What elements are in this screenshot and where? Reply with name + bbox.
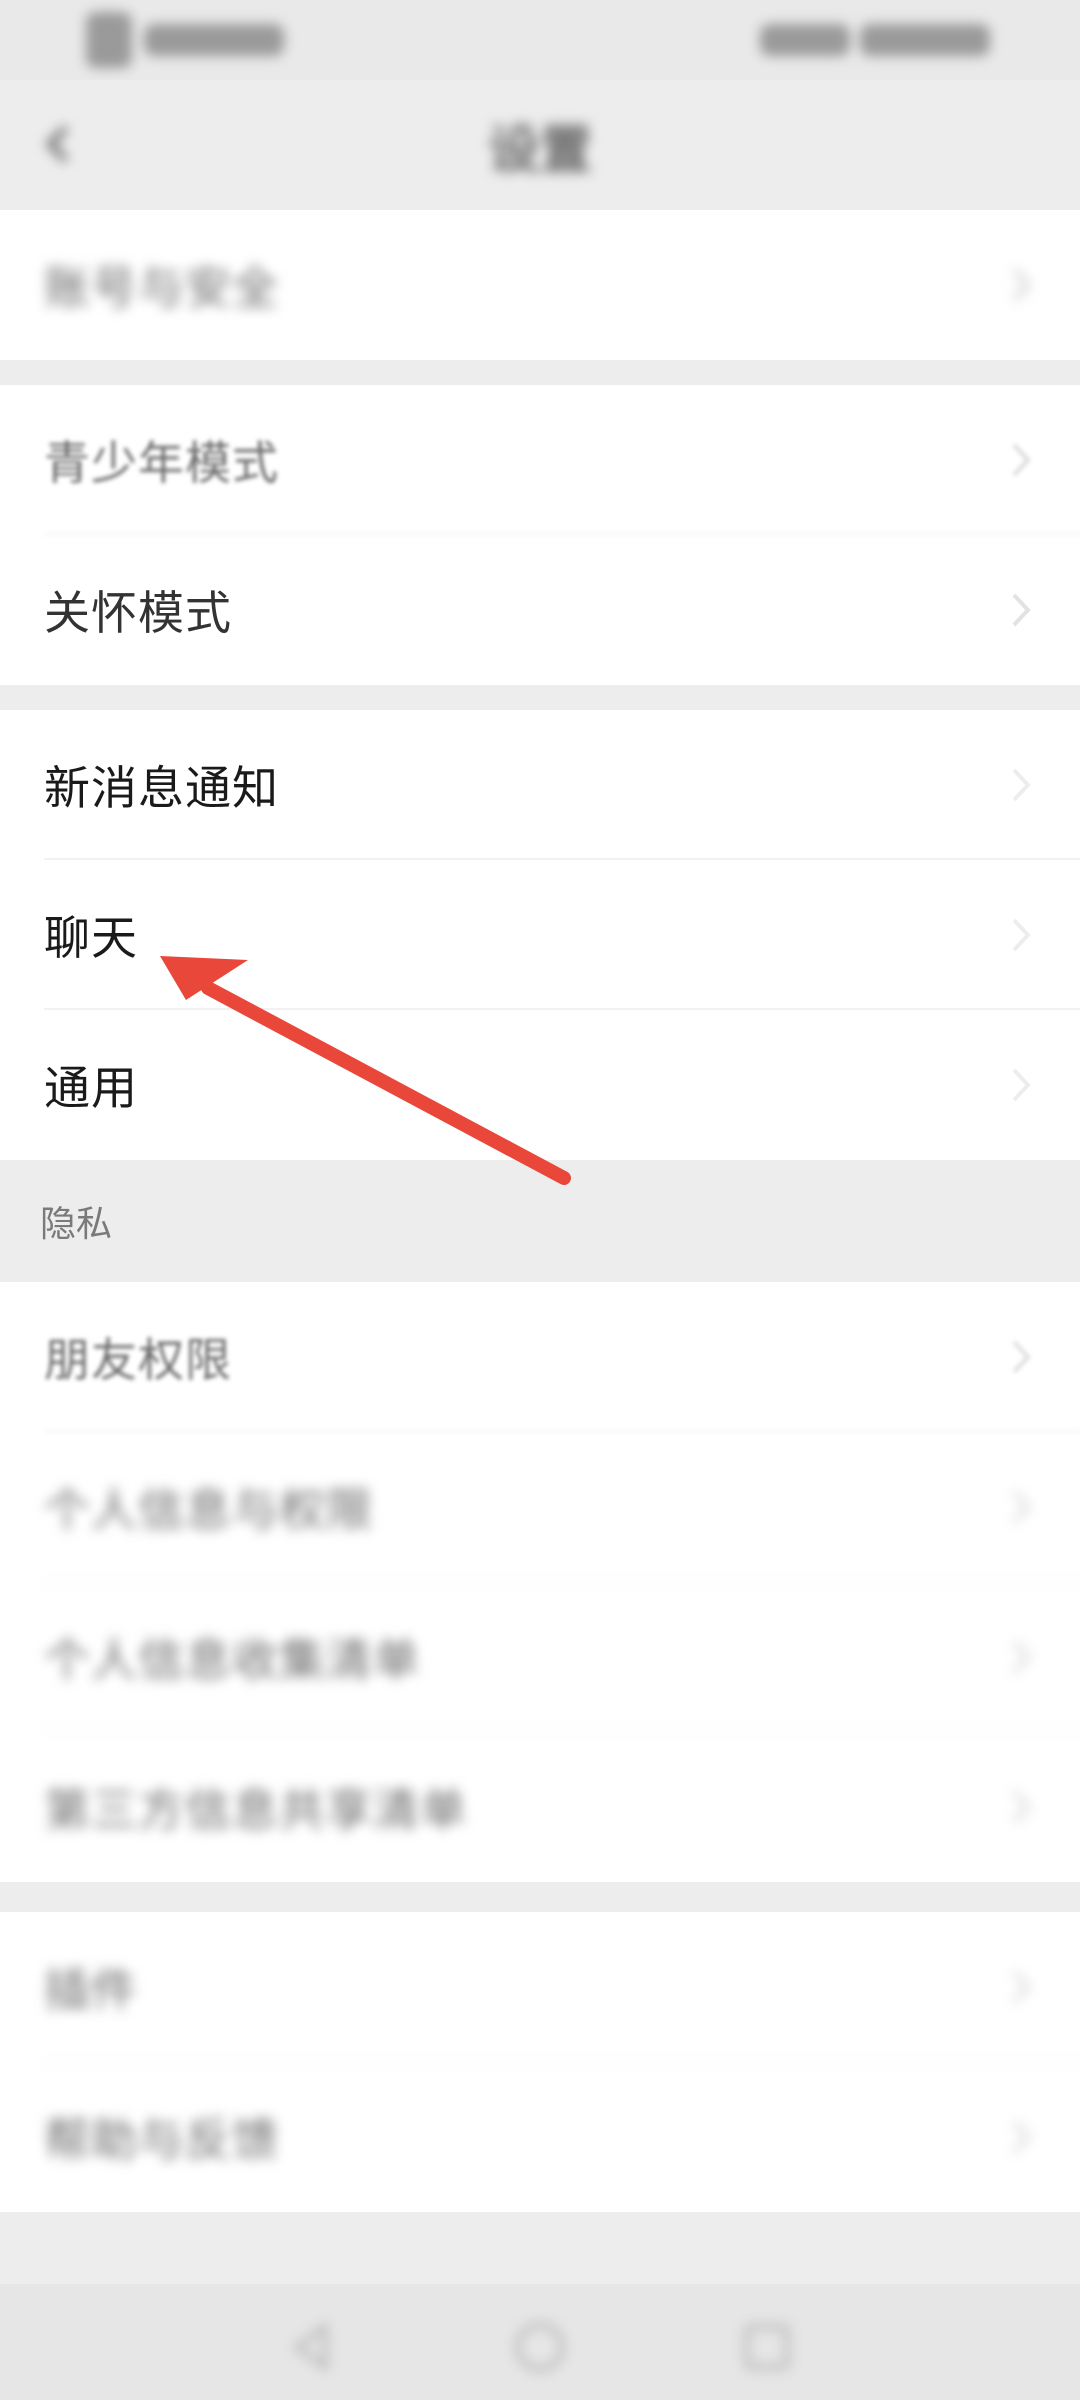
row-label: 账号与安全	[44, 261, 279, 315]
nav-back-button[interactable]	[278, 2312, 348, 2382]
section-header-privacy: 隐私	[0, 1160, 1080, 1282]
row-label: 青少年模式	[44, 436, 279, 490]
row-label: 个人信息收集清单	[44, 1633, 420, 1687]
row-label: 第三方信息共享清单	[44, 1783, 467, 1837]
chevron-right-icon	[1012, 1790, 1031, 1824]
chevron-right-icon	[1012, 1490, 1031, 1524]
chevron-right-icon	[1012, 1640, 1031, 1674]
row-label: 新消息通知	[44, 761, 279, 815]
row-label: 聊天	[44, 911, 138, 965]
triangle-back-icon	[292, 2322, 328, 2372]
top-header: 设置	[0, 80, 1080, 210]
row-label: 帮助与反馈	[44, 2113, 279, 2167]
nav-recent-button[interactable]	[732, 2312, 802, 2382]
row-label: 插件	[44, 1963, 138, 2017]
section-misc: 插件 帮助与反馈	[0, 1912, 1080, 2212]
chevron-right-icon	[1012, 268, 1031, 302]
section-modes: 青少年模式 关怀模式	[0, 385, 1080, 685]
row-label: 通用	[44, 1061, 138, 1115]
row-youth-mode[interactable]: 青少年模式	[0, 385, 1080, 535]
system-navigation-bar	[0, 2284, 1080, 2400]
nav-home-button[interactable]	[505, 2312, 575, 2382]
row-personal-info[interactable]: 个人信息与权限	[0, 1432, 1080, 1582]
row-friend-permissions[interactable]: 朋友权限	[0, 1282, 1080, 1432]
row-chat[interactable]: 聊天	[0, 860, 1080, 1010]
chevron-right-icon	[1012, 918, 1031, 952]
row-label: 关怀模式	[44, 586, 232, 640]
section-settings-main: 新消息通知 聊天 通用	[0, 710, 1080, 1160]
chevron-right-icon	[1012, 443, 1031, 477]
section-privacy: 朋友权限 个人信息与权限 个人信息收集清单 第三方信息共享清单	[0, 1282, 1080, 1882]
row-care-mode[interactable]: 关怀模式	[0, 535, 1080, 685]
row-general[interactable]: 通用	[0, 1010, 1080, 1160]
chevron-right-icon	[1012, 768, 1031, 802]
chevron-right-icon	[1012, 1068, 1031, 1102]
square-recent-icon	[744, 2324, 790, 2370]
row-new-message-notification[interactable]: 新消息通知	[0, 710, 1080, 860]
chevron-right-icon	[1012, 593, 1031, 627]
chevron-right-icon	[1012, 1970, 1031, 2004]
row-third-party-sharing[interactable]: 第三方信息共享清单	[0, 1732, 1080, 1882]
section-account: 账号与安全	[0, 210, 1080, 360]
network-icon	[760, 24, 850, 56]
chevron-right-icon	[1012, 1340, 1031, 1374]
row-label: 个人信息与权限	[44, 1483, 373, 1537]
row-personal-collection[interactable]: 个人信息收集清单	[0, 1582, 1080, 1732]
status-text	[144, 24, 284, 56]
row-account-security[interactable]: 账号与安全	[0, 210, 1080, 360]
status-right-indicators	[740, 22, 990, 58]
status-left-indicators	[86, 12, 306, 68]
row-help-feedback[interactable]: 帮助与反馈	[0, 2062, 1080, 2212]
circle-home-icon	[515, 2322, 565, 2372]
status-bar	[0, 0, 1080, 80]
chevron-right-icon	[1012, 2120, 1031, 2154]
battery-icon	[860, 24, 990, 56]
row-plugins[interactable]: 插件	[0, 1912, 1080, 2062]
row-label: 朋友权限	[44, 1333, 232, 1387]
section-header-label: 隐私	[40, 1204, 113, 1245]
page-title: 设置	[487, 121, 592, 181]
status-icon	[86, 12, 132, 68]
